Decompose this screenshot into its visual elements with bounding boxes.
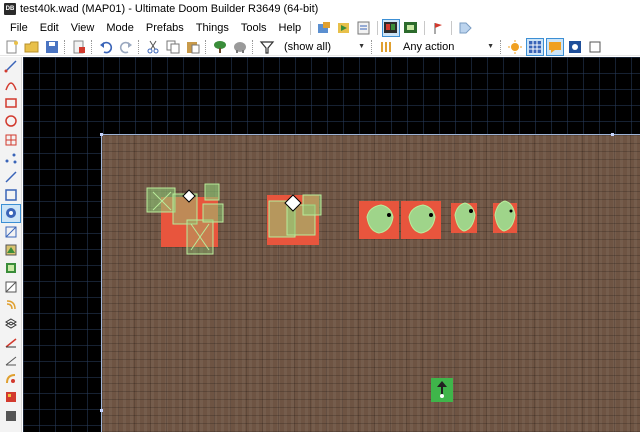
monster-sprite-icon[interactable]: [265, 191, 329, 249]
menu-bar: File Edit View Mode Prefabs Things Tools…: [0, 18, 640, 38]
action-filter-dropdown[interactable]: Any action ▼: [396, 39, 498, 55]
monster-sprite-icon[interactable]: [451, 201, 479, 233]
mode-toolbar: [0, 57, 22, 432]
make-sectors-icon[interactable]: [1, 241, 21, 259]
map-options-icon[interactable]: [70, 38, 88, 56]
slope-icon[interactable]: [1, 370, 21, 388]
linedef-action-icon[interactable]: [377, 38, 395, 56]
chevron-down-icon: ▼: [487, 42, 494, 50]
comment-icon[interactable]: [546, 37, 564, 56]
toolbar-separator: [205, 39, 208, 54]
redo-icon[interactable]: [117, 38, 135, 56]
menu-things[interactable]: Things: [190, 19, 235, 37]
app-icon: DB: [4, 3, 16, 15]
menu-separator: [424, 21, 426, 35]
draw-curve-icon[interactable]: [1, 75, 21, 93]
cut-icon[interactable]: [144, 38, 162, 56]
player-start-icon[interactable]: [431, 378, 453, 402]
new-map-icon[interactable]: [3, 38, 21, 56]
menu-file[interactable]: File: [0, 19, 34, 37]
toolbar-separator: [138, 39, 141, 54]
menu-view[interactable]: View: [65, 19, 101, 37]
save-map-icon[interactable]: [43, 38, 61, 56]
comment-tag-icon[interactable]: [456, 19, 474, 37]
toolbar-separator: [252, 39, 255, 54]
paste-icon[interactable]: [184, 38, 202, 56]
toolbar-separator: [64, 39, 67, 54]
map-sector[interactable]: [101, 134, 640, 432]
linedefs-mode-icon[interactable]: [1, 167, 21, 185]
map-vertex[interactable]: [100, 133, 103, 136]
menu-tools[interactable]: Tools: [235, 19, 273, 37]
menu-separator: [310, 21, 312, 35]
map-view[interactable]: [23, 57, 640, 432]
main-toolbar: (show all) ▼ Any action ▼: [0, 37, 640, 56]
copy-icon[interactable]: [164, 38, 182, 56]
draw-lines-icon[interactable]: [1, 57, 21, 75]
action-filter-value: Any action: [403, 40, 455, 53]
test-map-from-view-icon[interactable]: [335, 19, 353, 37]
checkbox-icon[interactable]: [586, 38, 604, 56]
script-editor-icon[interactable]: [355, 19, 373, 37]
map-vertex[interactable]: [100, 409, 103, 412]
undo-icon[interactable]: [97, 38, 115, 56]
monster-sprite-icon[interactable]: [405, 203, 439, 235]
visual-mode-icon[interactable]: [1, 223, 21, 241]
menu-mode[interactable]: Mode: [100, 19, 140, 37]
grid-icon[interactable]: [526, 37, 544, 56]
things-filter-value: (show all): [284, 40, 332, 53]
menu-edit[interactable]: Edit: [34, 19, 65, 37]
title-bar: DB test40k.wad (MAP01) - Ultimate Doom B…: [0, 0, 640, 18]
prefab-icon[interactable]: [231, 38, 249, 56]
sound-environment-icon[interactable]: [1, 278, 21, 296]
filter-icon[interactable]: [258, 38, 276, 56]
sectors-mode-icon[interactable]: [1, 186, 21, 204]
game-config-icon[interactable]: [402, 19, 420, 37]
floor-slope-icon[interactable]: [1, 296, 21, 314]
sound-propagation-icon[interactable]: [1, 259, 21, 277]
draw-ellipse-icon[interactable]: [1, 112, 21, 130]
toggle-3d-icon[interactable]: [382, 19, 401, 37]
things-mode-icon[interactable]: [1, 204, 21, 223]
monster-sprite-icon[interactable]: [143, 182, 233, 262]
things-filter-dropdown[interactable]: (show all) ▼: [277, 39, 369, 55]
zoom-icon[interactable]: [566, 38, 584, 56]
vertices-mode-icon[interactable]: [1, 149, 21, 167]
texture-alignment-icon[interactable]: [1, 388, 21, 406]
test-map-icon[interactable]: [315, 19, 333, 37]
window-title: test40k.wad (MAP01) - Ultimate Doom Buil…: [20, 3, 319, 15]
menu-help[interactable]: Help: [273, 19, 308, 37]
layers-icon[interactable]: [1, 333, 21, 351]
menu-separator: [377, 21, 379, 35]
tag-explorer-icon[interactable]: [429, 19, 447, 37]
toolbar-separator: [500, 39, 503, 54]
insert-prefab-icon[interactable]: [211, 38, 229, 56]
brightness-icon[interactable]: [506, 38, 524, 56]
chevron-down-icon: ▼: [358, 42, 365, 50]
draw-grid-icon[interactable]: [1, 131, 21, 149]
menu-separator: [451, 21, 453, 35]
draw-rectangle-icon[interactable]: [1, 94, 21, 112]
map-vertex[interactable]: [611, 133, 614, 136]
monster-sprite-icon[interactable]: [491, 199, 519, 233]
monster-sprite-icon[interactable]: [363, 203, 397, 235]
toolbar-separator: [371, 39, 374, 54]
menu-prefabs[interactable]: Prefabs: [140, 19, 190, 37]
sector-color-icon[interactable]: [1, 406, 21, 424]
open-map-icon[interactable]: [23, 38, 41, 56]
ceiling-height-icon[interactable]: [1, 314, 21, 332]
toolbar-separator: [91, 39, 94, 54]
line-angle-icon[interactable]: [1, 351, 21, 369]
